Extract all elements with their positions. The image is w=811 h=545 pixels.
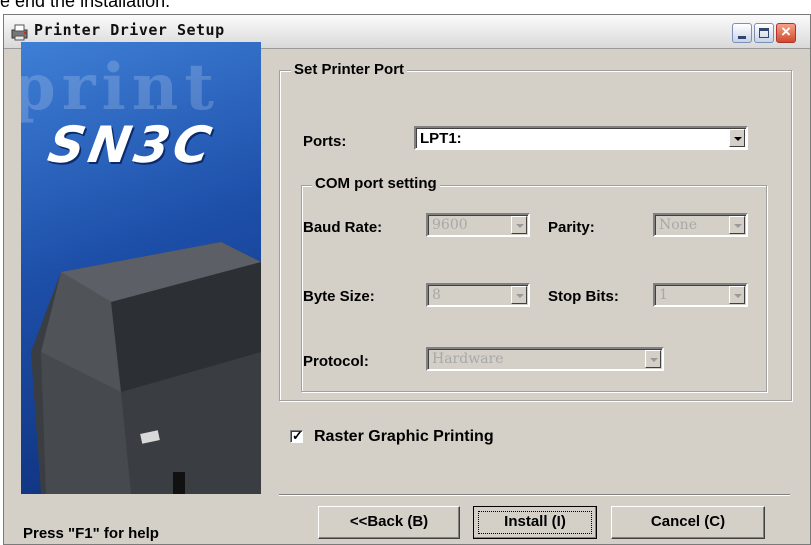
protocol-label: Protocol: [303, 353, 369, 370]
chevron-down-icon [734, 294, 742, 298]
parity-dropdown[interactable]: None [653, 213, 748, 237]
byte-size-value: 8 [432, 287, 441, 303]
window-title: Printer Driver Setup [34, 21, 225, 39]
stop-bits-dropdown[interactable]: 1 [653, 283, 748, 307]
chevron-down-icon [734, 224, 742, 228]
chevron-down-icon [650, 358, 658, 362]
minimize-button[interactable] [732, 23, 752, 43]
close-button[interactable]: × [776, 22, 796, 43]
banner-watermark: print [21, 50, 220, 125]
set-printer-port-legend: Set Printer Port [291, 61, 408, 78]
baud-rate-dropdown[interactable]: 9600 [426, 213, 530, 237]
parity-label: Parity: [548, 219, 595, 236]
ports-value: LPT1: [420, 130, 462, 147]
separator [279, 494, 790, 496]
raster-graphic-checkbox[interactable]: ✓ [290, 428, 303, 443]
stop-bits-label: Stop Bits: [548, 288, 619, 305]
close-icon: × [781, 22, 791, 41]
chevron-down-icon [516, 224, 524, 228]
ports-dropdown-button[interactable] [729, 129, 745, 147]
parity-dropdown-button[interactable] [729, 216, 745, 234]
maximize-button[interactable] [754, 23, 774, 43]
printer-illustration [31, 242, 261, 494]
com-port-setting-legend: COM port setting [312, 175, 440, 192]
minimize-icon [738, 36, 746, 39]
chevron-down-icon [734, 137, 742, 141]
byte-size-dropdown-button[interactable] [511, 286, 527, 304]
baud-rate-value: 9600 [432, 217, 468, 233]
raster-graphic-label[interactable]: Raster Graphic Printing [314, 428, 494, 446]
app-icon [11, 24, 28, 41]
ports-label: Ports: [303, 133, 347, 150]
brand-logo: SN3C [43, 116, 220, 174]
byte-size-dropdown[interactable]: 8 [426, 283, 530, 307]
help-hint: Press "F1" for help [23, 525, 159, 542]
baud-rate-dropdown-button[interactable] [511, 216, 527, 234]
baud-rate-label: Baud Rate: [303, 219, 383, 236]
background-text: e end the installation. [0, 0, 171, 11]
cancel-button[interactable]: Cancel (C) [611, 506, 765, 539]
stop-bits-dropdown-button[interactable] [729, 286, 745, 304]
protocol-dropdown[interactable]: Hardware [426, 347, 664, 371]
byte-size-label: Byte Size: [303, 288, 375, 305]
checkmark-icon: ✓ [292, 428, 303, 443]
protocol-value: Hardware [432, 351, 504, 367]
focus-rect [478, 511, 592, 534]
ports-dropdown[interactable]: LPT1: [414, 126, 748, 150]
stop-bits-value: 1 [659, 287, 668, 303]
install-button[interactable]: Install (I) [473, 506, 597, 539]
back-button[interactable]: <<Back (B) [318, 506, 460, 539]
chevron-down-icon [516, 294, 524, 298]
parity-value: None [659, 217, 697, 233]
printer-banner-image: print SN3C [21, 42, 261, 494]
maximize-icon [759, 28, 769, 38]
protocol-dropdown-button[interactable] [645, 350, 661, 368]
